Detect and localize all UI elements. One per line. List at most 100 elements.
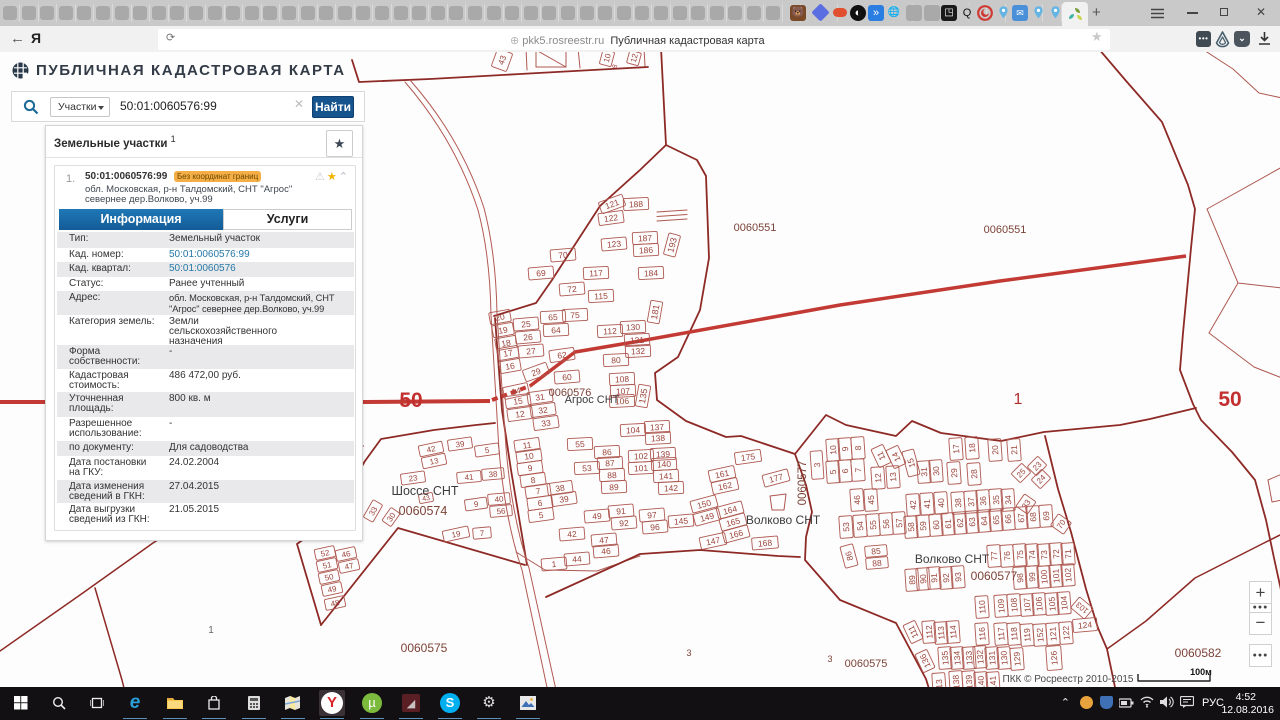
svg-text:11: 11 <box>522 439 532 450</box>
svg-text:69: 69 <box>1041 511 1052 521</box>
svg-text:145: 145 <box>674 515 689 526</box>
svg-text:30: 30 <box>931 466 942 476</box>
svg-text:97: 97 <box>647 510 658 521</box>
svg-text:0060551: 0060551 <box>734 222 777 234</box>
svg-text:27: 27 <box>526 346 537 357</box>
svg-text:116: 116 <box>977 627 988 641</box>
svg-text:5: 5 <box>828 469 838 475</box>
svg-text:36: 36 <box>978 496 989 506</box>
svg-text:131: 131 <box>630 335 645 346</box>
svg-text:29: 29 <box>949 468 960 478</box>
svg-text:47: 47 <box>599 535 610 546</box>
svg-text:65: 65 <box>548 312 558 322</box>
svg-text:100: 100 <box>1039 569 1050 584</box>
svg-text:12: 12 <box>515 408 526 419</box>
svg-text:132: 132 <box>975 649 986 664</box>
svg-text:3: 3 <box>686 648 691 658</box>
svg-text:68: 68 <box>1028 512 1039 522</box>
svg-text:59: 59 <box>918 521 929 531</box>
svg-text:56: 56 <box>881 519 892 529</box>
svg-text:32: 32 <box>538 404 549 415</box>
svg-text:25: 25 <box>521 319 532 330</box>
svg-text:132: 132 <box>631 346 646 357</box>
svg-text:91: 91 <box>616 506 627 517</box>
svg-text:126: 126 <box>1049 650 1060 665</box>
svg-text:Волково СНТ: Волково СНТ <box>746 513 821 527</box>
svg-text:38: 38 <box>953 498 964 508</box>
svg-text:130: 130 <box>626 322 641 333</box>
svg-text:49: 49 <box>592 511 603 522</box>
svg-text:100м: 100м <box>1190 667 1212 677</box>
svg-text:89: 89 <box>907 575 918 585</box>
svg-text:87: 87 <box>605 458 615 468</box>
svg-text:73: 73 <box>1039 550 1050 560</box>
svg-text:7: 7 <box>853 467 863 473</box>
svg-text:91: 91 <box>929 573 940 583</box>
svg-text:113: 113 <box>936 626 947 640</box>
svg-text:1: 1 <box>1014 391 1023 408</box>
svg-text:3: 3 <box>812 462 822 468</box>
svg-text:37: 37 <box>966 497 977 507</box>
svg-text:101: 101 <box>1051 568 1062 583</box>
svg-text:10: 10 <box>828 445 839 455</box>
svg-text:119: 119 <box>1022 628 1033 642</box>
svg-text:31: 31 <box>535 391 546 402</box>
svg-text:86: 86 <box>602 447 612 457</box>
svg-text:64: 64 <box>551 325 561 335</box>
svg-text:38: 38 <box>488 469 498 479</box>
svg-text:41: 41 <box>922 499 933 509</box>
svg-text:56: 56 <box>496 506 506 516</box>
svg-text:137: 137 <box>650 422 665 433</box>
svg-text:96: 96 <box>650 522 661 533</box>
svg-text:107: 107 <box>1022 597 1033 612</box>
svg-text:123: 123 <box>607 238 622 249</box>
svg-text:Шоссе СНТ: Шоссе СНТ <box>391 484 458 498</box>
svg-text:65: 65 <box>991 515 1002 525</box>
svg-text:117: 117 <box>589 268 603 279</box>
svg-text:102: 102 <box>1063 567 1074 582</box>
svg-text:0060551: 0060551 <box>984 224 1027 236</box>
svg-text:54: 54 <box>855 521 866 531</box>
svg-text:67: 67 <box>1016 513 1027 523</box>
svg-text:39: 39 <box>559 493 570 504</box>
svg-text:69: 69 <box>536 268 547 279</box>
svg-text:1: 1 <box>208 625 214 636</box>
svg-text:105: 105 <box>1047 596 1058 611</box>
svg-text:31: 31 <box>919 467 930 477</box>
svg-text:88: 88 <box>607 470 617 480</box>
svg-text:141: 141 <box>659 471 674 482</box>
svg-text:62: 62 <box>557 349 568 360</box>
svg-text:114: 114 <box>948 625 959 639</box>
svg-text:130: 130 <box>999 650 1010 665</box>
svg-text:121: 121 <box>1048 626 1059 641</box>
svg-text:13: 13 <box>888 472 899 482</box>
svg-text:108: 108 <box>615 374 630 385</box>
svg-text:131: 131 <box>987 650 998 665</box>
svg-text:74: 74 <box>1027 550 1038 560</box>
svg-text:6: 6 <box>840 468 850 474</box>
svg-text:19: 19 <box>497 324 508 336</box>
svg-text:38: 38 <box>555 482 566 493</box>
svg-text:92: 92 <box>941 573 952 583</box>
svg-text:40: 40 <box>936 498 947 508</box>
svg-text:129: 129 <box>1012 651 1023 666</box>
svg-text:102: 102 <box>634 451 649 462</box>
svg-text:93: 93 <box>953 572 964 582</box>
svg-text:104: 104 <box>626 425 641 436</box>
svg-text:75: 75 <box>1015 550 1026 560</box>
svg-text:89: 89 <box>609 482 619 492</box>
svg-text:124: 124 <box>1078 619 1093 630</box>
svg-text:88: 88 <box>872 558 883 569</box>
svg-text:9: 9 <box>840 446 850 452</box>
svg-text:106: 106 <box>1034 596 1045 611</box>
svg-text:72: 72 <box>1051 549 1062 559</box>
svg-text:187: 187 <box>638 233 653 244</box>
svg-text:90: 90 <box>918 574 929 584</box>
svg-text:53: 53 <box>841 522 852 532</box>
svg-text:77: 77 <box>989 551 1000 561</box>
svg-text:33: 33 <box>541 417 552 428</box>
svg-text:76: 76 <box>1002 551 1013 561</box>
svg-text:Агрос СНТ: Агрос СНТ <box>565 394 620 406</box>
svg-text:101: 101 <box>634 463 649 474</box>
svg-text:60: 60 <box>931 520 942 530</box>
